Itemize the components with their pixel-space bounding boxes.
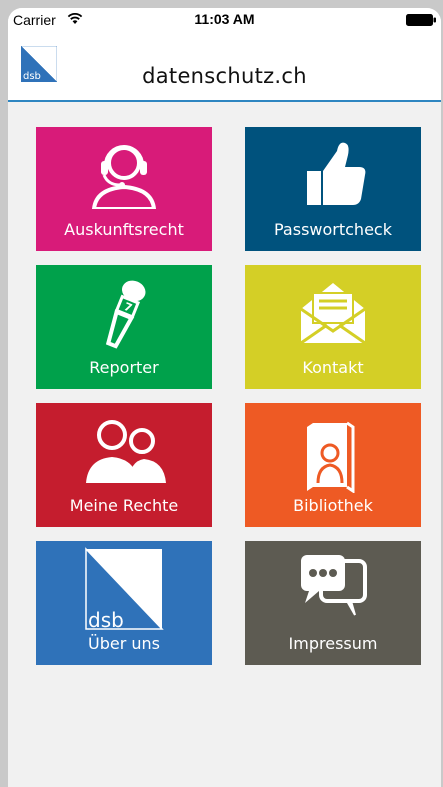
tile-label: Über uns <box>88 634 160 653</box>
tile-logo-text: dsb <box>88 608 124 631</box>
tile-label: Reporter <box>89 358 159 377</box>
tile-meine-rechte[interactable]: Meine Rechte <box>36 403 212 527</box>
tile-label: Kontakt <box>302 358 364 377</box>
tile-impressum[interactable]: Impressum <box>245 541 421 665</box>
headset-person-icon <box>36 137 212 219</box>
tile-passwortcheck[interactable]: Passwortcheck <box>245 127 421 251</box>
tile-bibliothek[interactable]: Bibliothek <box>245 403 421 527</box>
tile-label: Impressum <box>288 634 378 653</box>
battery-icon <box>406 13 437 26</box>
navigation-bar: dsb datenschutz.ch <box>8 30 441 102</box>
envelope-icon <box>245 275 421 357</box>
tile-label: Auskunftsrecht <box>64 220 184 239</box>
app-screen: Carrier 11:03 AM dsb datenschutz.ch Ausk… <box>8 8 441 787</box>
tile-label: Meine Rechte <box>69 496 179 515</box>
two-people-icon <box>36 413 212 495</box>
book-icon <box>245 413 421 495</box>
chat-bubbles-icon <box>245 551 421 633</box>
dsb-logo-icon: dsb <box>36 547 212 631</box>
status-bar: Carrier 11:03 AM <box>8 8 441 30</box>
microphone-icon: 7 <box>36 275 212 357</box>
thumbs-up-icon <box>245 137 421 219</box>
tile-auskunftsrecht[interactable]: Auskunftsrecht <box>36 127 212 251</box>
tile-reporter[interactable]: 7 Reporter <box>36 265 212 389</box>
page-title: datenschutz.ch <box>142 64 307 88</box>
tile-ueber-uns[interactable]: dsb Über uns <box>36 541 212 665</box>
tile-kontakt[interactable]: Kontakt <box>245 265 421 389</box>
status-time: 11:03 AM <box>194 11 255 27</box>
tile-label: Bibliothek <box>293 496 373 515</box>
tile-label: Passwortcheck <box>274 220 392 239</box>
